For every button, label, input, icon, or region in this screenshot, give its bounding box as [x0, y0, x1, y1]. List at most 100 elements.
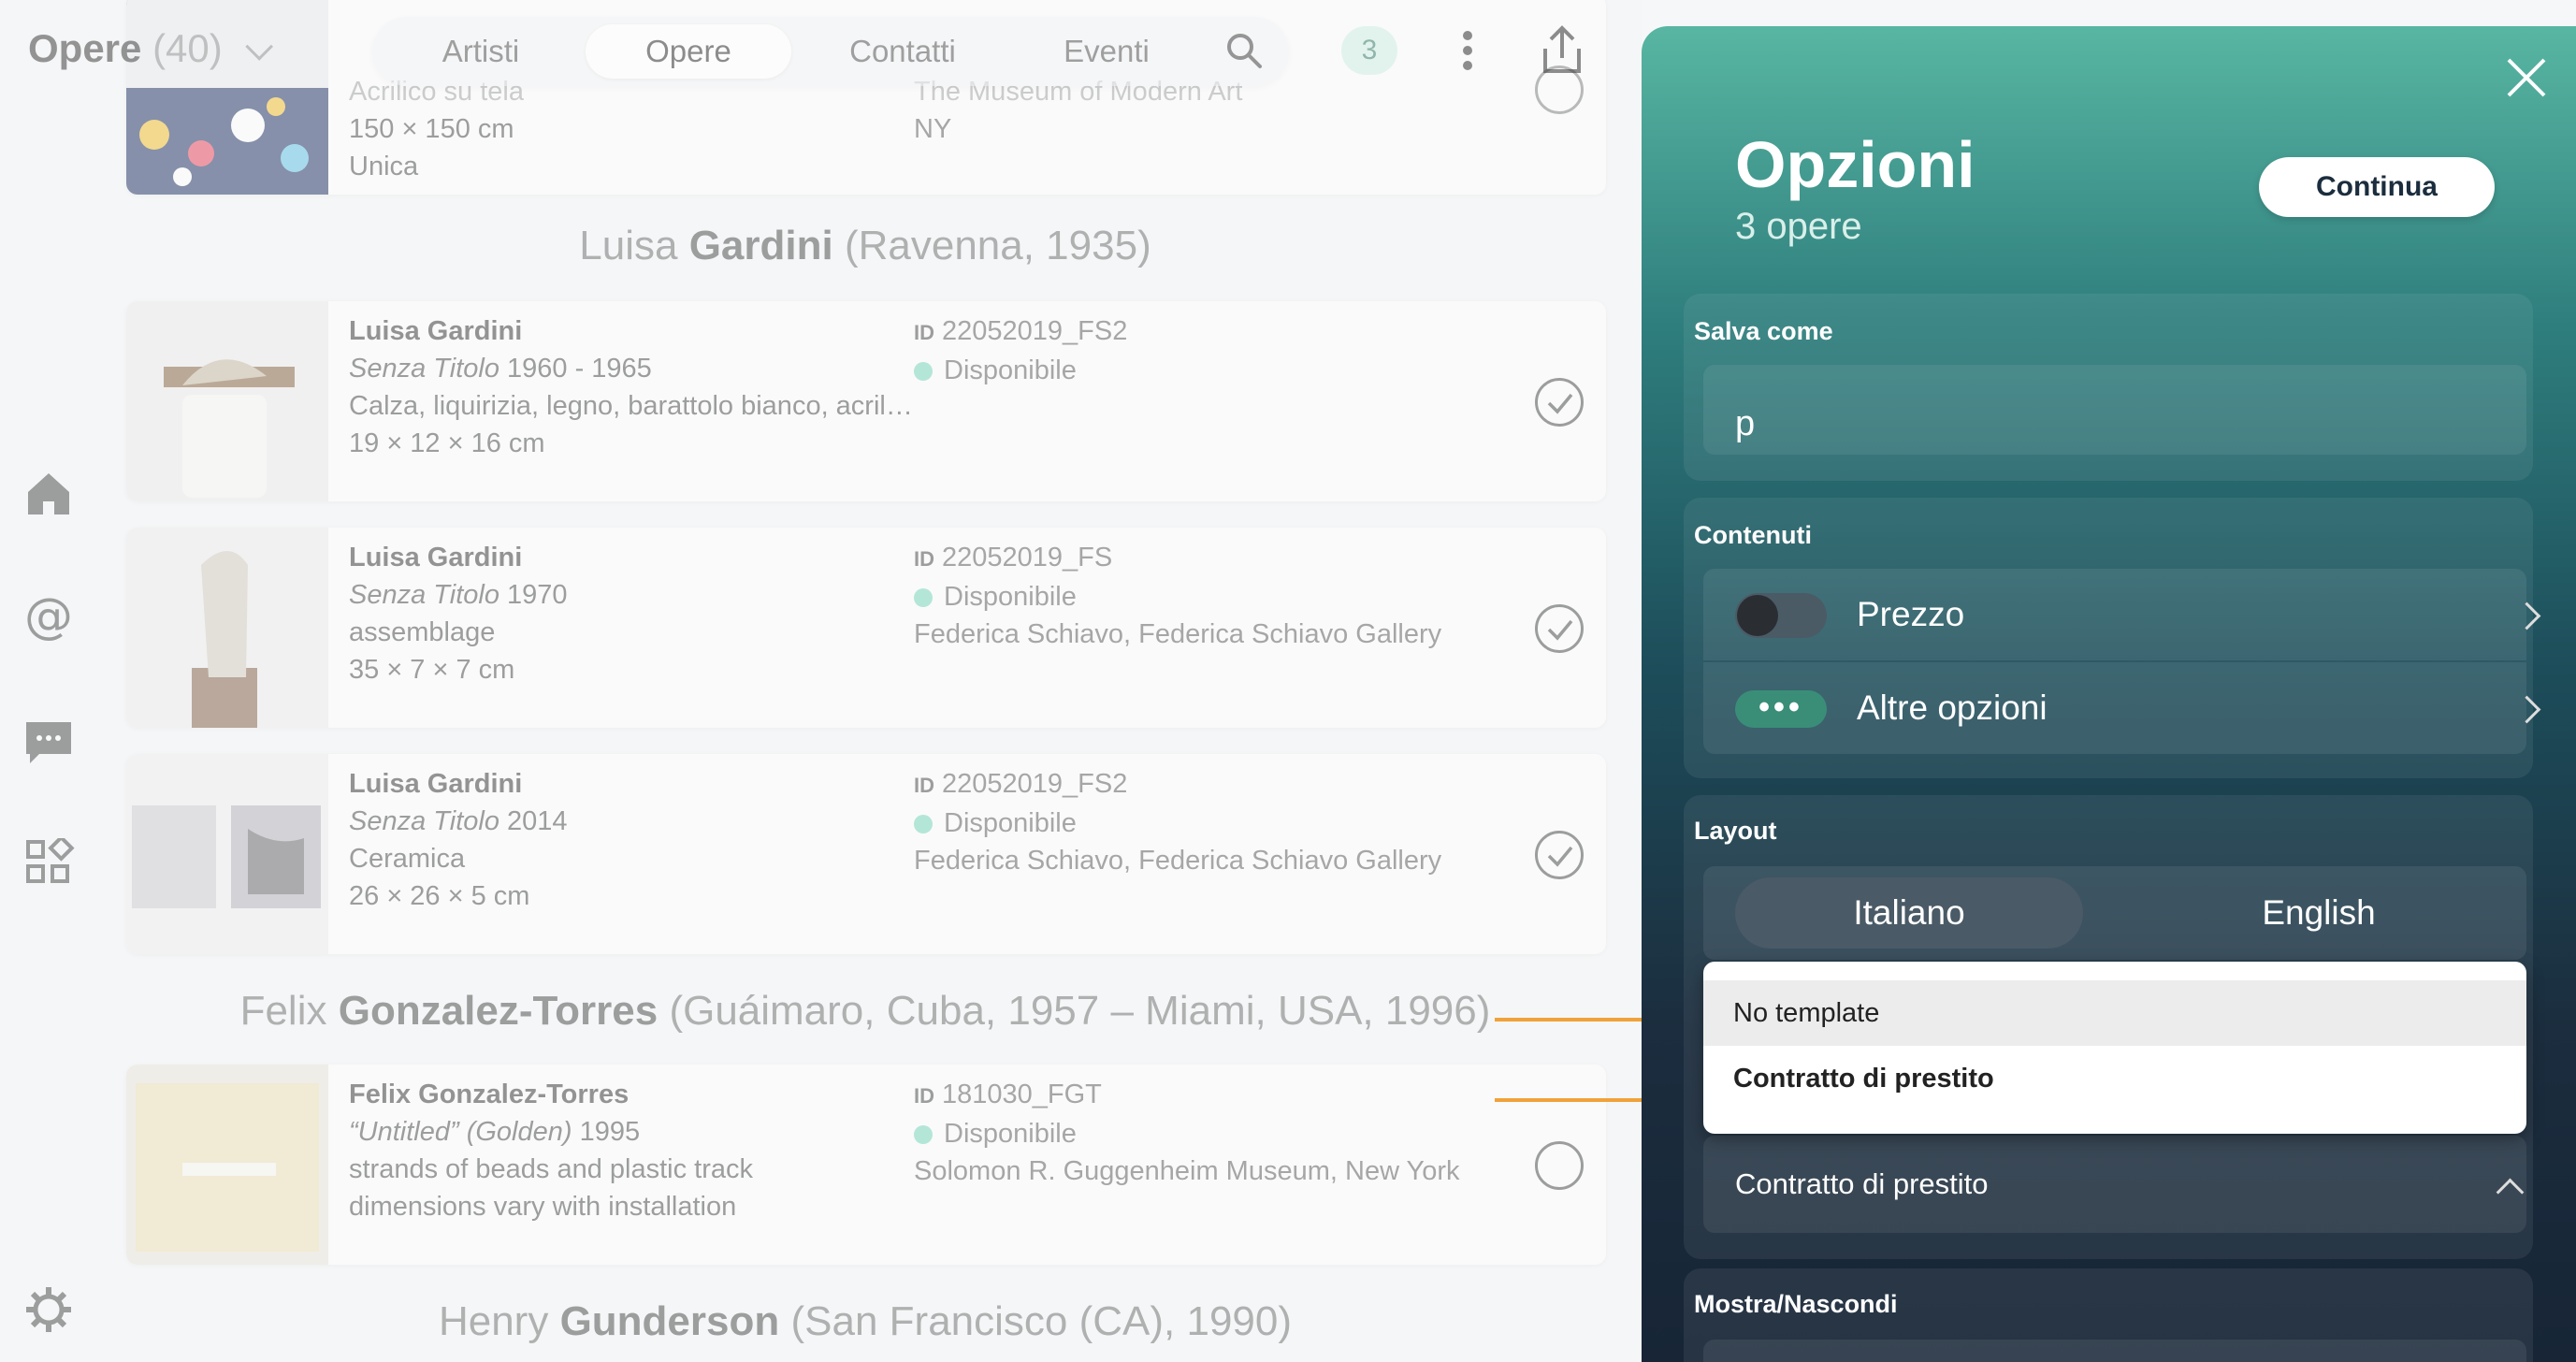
language-english[interactable]: English	[2145, 877, 2493, 949]
work-status: Disponibile	[944, 582, 1077, 612]
work-id: 22052019_FS	[942, 543, 1113, 572]
work-card[interactable]: Luisa Gardini Senza Titolo 1960 - 1965 C…	[126, 301, 1606, 501]
work-id: 181030_FGT	[942, 1079, 1102, 1109]
template-option-contratto[interactable]: Contratto di prestito	[1703, 1046, 2526, 1111]
price-label: Prezzo	[1857, 595, 1965, 633]
work-title: Senza Titolo	[349, 806, 499, 836]
panel-subtitle: 3 opere	[1735, 206, 1862, 247]
check-icon	[1547, 619, 1573, 641]
language-italiano[interactable]: Italiano	[1735, 877, 2083, 949]
template-select-value: Contratto di prestito	[1735, 1167, 1989, 1200]
continue-button[interactable]: Continua	[2259, 157, 2495, 217]
chat-icon[interactable]	[21, 715, 77, 771]
home-icon[interactable]	[21, 466, 77, 522]
id-label: ID	[914, 321, 934, 344]
save-as-input[interactable]	[1703, 365, 2526, 455]
work-artist: Luisa Gardini	[349, 316, 523, 346]
contents-label: Contenuti	[1694, 521, 1812, 549]
artwork-thumbnail	[126, 528, 328, 728]
price-toggle[interactable]	[1735, 593, 1827, 638]
at-sign-icon[interactable]: @	[21, 589, 77, 645]
status-dot	[914, 588, 933, 607]
work-status: Disponibile	[944, 355, 1077, 385]
tab-opere[interactable]: Opere	[586, 24, 791, 79]
page-title[interactable]: Opere (40)	[28, 26, 274, 71]
work-size: 35 × 7 × 7 cm	[349, 655, 515, 685]
save-as-value: p	[1735, 404, 1756, 443]
close-icon[interactable]	[2505, 56, 2548, 99]
show-hide-row[interactable]	[1703, 1340, 2526, 1362]
tab-eventi[interactable]: Eventi	[1018, 24, 1195, 79]
selection-count-badge[interactable]: 3	[1341, 26, 1397, 75]
svg-text:@: @	[24, 589, 73, 645]
work-card[interactable]: Luisa Gardini Senza Titolo 2014 Ceramica…	[126, 754, 1606, 954]
apps-grid-icon[interactable]	[21, 838, 77, 894]
work-year: 1970	[499, 580, 568, 610]
search-icon[interactable]	[1225, 32, 1263, 69]
artist-group-header: Luisa Gardini (Ravenna, 1935)	[579, 223, 1151, 268]
select-checkbox[interactable]	[1535, 604, 1584, 653]
share-icon[interactable]	[1541, 24, 1583, 77]
work-location: Solomon R. Guggenheim Museum, New York	[914, 1156, 1460, 1186]
work-title: Senza Titolo	[349, 354, 499, 384]
work-year: 2014	[499, 806, 568, 836]
status-dot	[914, 1125, 933, 1144]
status-dot	[914, 362, 933, 381]
work-size: dimensions vary with installation	[349, 1192, 737, 1222]
id-label: ID	[914, 1084, 934, 1108]
work-medium: assemblage	[349, 617, 496, 647]
main-tabs: Artisti Opere Contatti Eventi	[372, 17, 1289, 86]
select-checkbox[interactable]	[1535, 378, 1584, 427]
layout-label: Layout	[1694, 817, 1777, 845]
panel-title: Opzioni	[1735, 128, 1975, 201]
work-year: 1960 - 1965	[499, 354, 652, 384]
select-checkbox[interactable]	[1535, 831, 1584, 879]
work-artist: Felix Gonzalez-Torres	[349, 1079, 630, 1109]
work-artist: Luisa Gardini	[349, 543, 523, 572]
check-icon	[1547, 393, 1573, 414]
work-medium: Calza, liquirizia, legno, barattolo bian…	[349, 391, 913, 421]
other-options-row[interactable]	[1703, 662, 2526, 754]
more-dots-icon: •••	[1735, 690, 1827, 728]
show-hide-label: Mostra/Nascondi	[1694, 1290, 1898, 1318]
work-size: 150 × 150 cm	[349, 114, 514, 144]
id-label: ID	[914, 547, 934, 571]
work-title: “Untitled” (Golden)	[349, 1117, 572, 1147]
artist-group-header: Felix Gonzalez-Torres (Guáimaro, Cuba, 1…	[239, 988, 1491, 1034]
id-label: ID	[914, 774, 934, 797]
annotation-arrow	[1495, 1098, 1642, 1102]
options-panel: Opzioni 3 opere Continua Salva come p Co…	[1642, 26, 2576, 1362]
status-dot	[914, 815, 933, 833]
work-medium: Ceramica	[349, 844, 466, 874]
tab-artisti[interactable]: Artisti	[400, 24, 561, 79]
work-edition: Unica	[349, 152, 419, 181]
work-location: Federica Schiavo, Federica Schiavo Galle…	[914, 619, 1442, 649]
tab-contatti[interactable]: Contatti	[803, 24, 1003, 79]
template-option-no-template[interactable]: No template	[1703, 980, 2526, 1046]
works-list-view: Acrilico su tela 150 × 150 cm Unica The …	[0, 0, 1642, 1362]
work-id: 22052019_FS2	[942, 316, 1128, 346]
more-options-icon[interactable]	[1454, 28, 1482, 73]
artwork-thumbnail	[126, 301, 328, 501]
gear-icon[interactable]	[24, 1285, 73, 1334]
annotation-arrow	[1495, 1018, 1642, 1022]
work-card[interactable]: Felix Gonzalez-Torres “Untitled” (Golden…	[126, 1065, 1606, 1265]
work-title: Senza Titolo	[349, 580, 499, 610]
work-size: 26 × 26 × 5 cm	[349, 881, 530, 911]
work-location: Federica Schiavo, Federica Schiavo Galle…	[914, 846, 1442, 876]
work-location: NY	[914, 114, 952, 144]
other-options-label: Altre opzioni	[1857, 688, 2048, 727]
works-count: (40)	[152, 26, 223, 70]
work-year: 1995	[572, 1117, 641, 1147]
artwork-thumbnail	[126, 754, 328, 954]
work-artist: Luisa Gardini	[349, 769, 523, 799]
artwork-thumbnail	[126, 1065, 328, 1265]
check-icon	[1547, 846, 1573, 867]
work-card[interactable]: Luisa Gardini Senza Titolo 1970 assembla…	[126, 528, 1606, 728]
select-checkbox[interactable]	[1535, 1141, 1584, 1190]
work-size: 19 × 12 × 16 cm	[349, 428, 545, 458]
template-dropdown: No template Contratto di prestito	[1703, 962, 2526, 1134]
work-medium: strands of beads and plastic track	[349, 1154, 754, 1184]
work-id: 22052019_FS2	[942, 769, 1128, 799]
price-row[interactable]	[1703, 569, 2526, 660]
